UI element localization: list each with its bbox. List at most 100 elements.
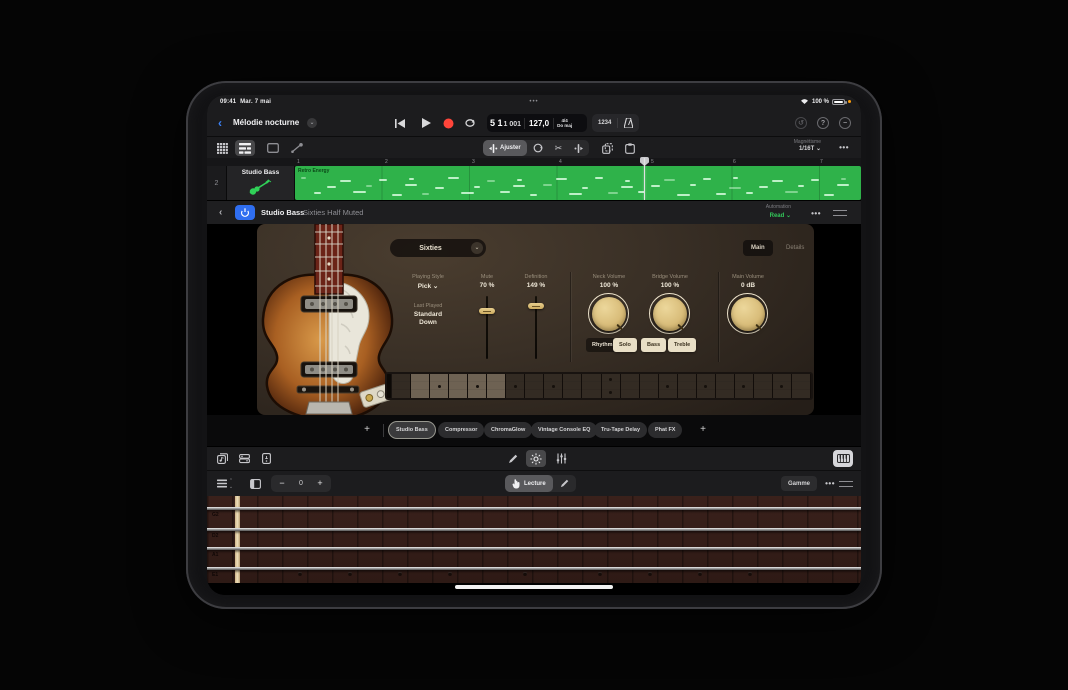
copy-icon[interactable] (597, 140, 617, 156)
fret-dot (448, 572, 452, 576)
chain-item-vintage-console-eq[interactable]: Vintage Console EQ (531, 422, 597, 438)
midi-note (405, 184, 417, 186)
ruler-tick: 5 (651, 159, 654, 165)
divider (570, 272, 571, 362)
preset-selector[interactable]: Sixties ⌄ (390, 239, 486, 257)
transport-bar: ‹ Mélodie nocturne ⌄ 5 11 001 127,0 4/4D… (207, 110, 861, 136)
snap-setting[interactable]: Magnétisme 1/16T ⌄ (794, 139, 821, 152)
lcd-display[interactable]: 5 11 001 127,0 4/4Do maj (487, 114, 587, 132)
toolbar-more-icon[interactable]: ••• (839, 143, 849, 152)
octave-minus-button[interactable]: − (271, 475, 293, 492)
string-e1[interactable] (207, 567, 861, 570)
plugin-module-icon[interactable] (256, 450, 276, 467)
ruler-tick: 7 (820, 159, 823, 165)
midi-note (314, 192, 321, 194)
midi-note (422, 193, 429, 195)
paste-icon[interactable] (620, 140, 640, 156)
midi-note (487, 180, 495, 182)
trim-tool-button[interactable] (568, 140, 589, 156)
midi-region[interactable]: Retro Energy (295, 166, 861, 200)
editor-drag-handle-icon[interactable] (839, 481, 853, 487)
octave-plus-button[interactable]: + (309, 475, 331, 492)
metronome-button[interactable] (618, 118, 639, 128)
skip-to-start-button[interactable] (391, 115, 409, 131)
side-panel-icon[interactable] (245, 475, 265, 492)
add-plugin-button-left[interactable]: + (359, 423, 375, 437)
midi-note (340, 180, 351, 182)
fret-position-strip[interactable] (385, 372, 813, 400)
definition-slider[interactable] (535, 296, 537, 359)
undo-icon[interactable]: ↺ (795, 117, 807, 129)
loop-browser-icon[interactable] (212, 450, 232, 467)
timeline-ruler[interactable]: 1 2 3 4 5 6 7 (207, 158, 861, 166)
help-icon[interactable]: ? (817, 117, 829, 129)
bridge-volume-knob[interactable] (649, 293, 690, 334)
tab-details[interactable]: Details (778, 240, 812, 256)
midi-note (837, 184, 849, 186)
track-number: 2 (207, 166, 227, 200)
playing-style-value[interactable]: Pick ⌄ (418, 282, 439, 290)
play-button[interactable] (417, 115, 435, 131)
string-d2[interactable] (207, 528, 861, 531)
bass-button[interactable]: Bass (641, 338, 666, 352)
divider (718, 272, 719, 362)
wifi-icon (800, 98, 809, 105)
divider (383, 424, 384, 437)
edit-mode-button[interactable] (553, 475, 576, 492)
song-title[interactable]: Mélodie nocturne (233, 118, 299, 127)
mixer-faders-icon[interactable] (551, 450, 571, 467)
record-button[interactable] (439, 115, 457, 131)
mute-slider[interactable] (486, 296, 488, 359)
home-indicator[interactable] (455, 585, 613, 589)
pencil-icon[interactable] (503, 450, 523, 467)
chain-item-phat-fx[interactable]: Phat FX (648, 422, 682, 438)
midi-note (582, 187, 588, 189)
track-header[interactable]: Studio Bass (227, 166, 295, 200)
adjust-tool-button[interactable]: Ajuster (483, 140, 527, 156)
fretboard-editor[interactable]: G2 D2 A1 E1 (207, 496, 861, 583)
minimize-icon[interactable]: − (839, 117, 851, 129)
chain-item-studio-bass[interactable]: Studio Bass (389, 422, 435, 438)
status-bar: 09:41 Mar. 7 mai ••• 100 % (207, 95, 861, 110)
plugin-back-chevron-icon[interactable]: ‹ (219, 207, 222, 218)
treble-button[interactable]: Treble (668, 338, 696, 352)
solo-button[interactable]: Solo (613, 338, 637, 352)
plugin-more-icon[interactable]: ••• (811, 209, 821, 218)
add-plugin-button-right[interactable]: + (695, 423, 711, 437)
count-in-button[interactable]: 1234 (592, 120, 617, 126)
chain-item-tru-tape-delay[interactable]: Tru-Tape Delay (594, 422, 647, 438)
region-name: Retro Energy (298, 168, 329, 174)
string-g2[interactable] (207, 507, 861, 510)
amp-icon[interactable] (234, 450, 254, 467)
plugin-power-button[interactable] (235, 205, 255, 220)
drag-handle-icon[interactable] (833, 210, 847, 216)
loop-tool-button[interactable] (527, 140, 549, 156)
string-a1[interactable] (207, 547, 861, 550)
split-tool-button[interactable]: ✂ (549, 140, 569, 156)
midi-note (435, 187, 444, 189)
neck-volume-knob[interactable] (588, 293, 629, 334)
playhead-line[interactable] (644, 158, 645, 200)
lecture-mode-button[interactable]: Lecture (505, 475, 553, 492)
browser-grid-icon[interactable] (212, 140, 232, 156)
keyboard-view-icon[interactable] (833, 450, 853, 467)
midi-note (664, 179, 675, 181)
multitask-dots[interactable]: ••• (207, 99, 861, 105)
cycle-button[interactable] (461, 115, 479, 131)
automation-icon[interactable] (287, 140, 307, 156)
editor-list-icon[interactable]: ⌃⌄ (213, 475, 237, 492)
string-label-a1: A1 (212, 552, 218, 558)
play-surface-icon[interactable] (526, 450, 546, 467)
main-volume-knob[interactable] (727, 293, 768, 334)
chain-item-chromaglow[interactable]: ChromaGlow (484, 422, 532, 438)
song-title-dropdown-icon[interactable]: ⌄ (307, 118, 317, 128)
scale-button[interactable]: Gamme (781, 476, 817, 491)
marquee-tool-icon[interactable] (263, 140, 283, 156)
tab-main[interactable]: Main (743, 240, 773, 256)
editor-more-icon[interactable]: ••• (825, 479, 835, 488)
chain-item-compressor[interactable]: Compressor (438, 422, 484, 438)
plugin-header: ‹ Studio Bass Sixties Half Muted Automat… (207, 200, 861, 224)
back-chevron-icon[interactable]: ‹ (218, 116, 222, 130)
automation-mode[interactable]: Read ⌄ (770, 212, 791, 219)
tracks-view-icon[interactable] (235, 140, 255, 156)
